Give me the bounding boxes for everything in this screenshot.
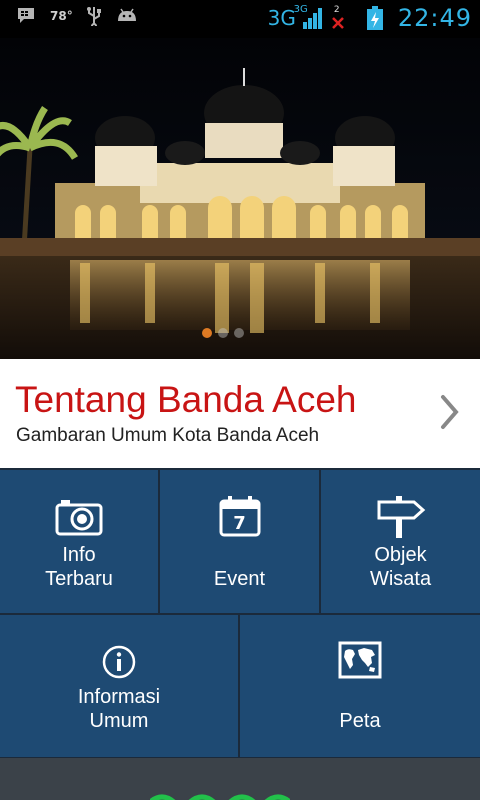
network-type: 3G 3G	[267, 4, 308, 30]
signpost-icon	[377, 496, 425, 538]
tile-objek-wisata[interactable]: Objek Wisata	[321, 470, 480, 613]
chevron-right-icon	[441, 395, 459, 429]
about-subtitle: Gambaran Umum Kota Banda Aceh	[16, 425, 320, 446]
usb-icon	[86, 7, 101, 26]
about-banda-aceh-card[interactable]: Tentang Banda Aceh Gambaran Umum Kota Ba…	[0, 359, 480, 468]
clock: 22:49	[397, 4, 472, 32]
hero-slider[interactable]	[0, 38, 480, 359]
tile-peta[interactable]: Peta	[240, 615, 480, 757]
tile-label: Objek	[374, 544, 427, 566]
mosque-photo	[0, 38, 480, 359]
tile-label: Umum	[89, 710, 149, 732]
tile-label: Info	[62, 544, 96, 566]
android-debug-icon	[117, 8, 136, 21]
tile-event[interactable]: 7 Event	[160, 470, 319, 613]
about-title: Tentang Banda Aceh	[15, 379, 357, 420]
slider-dot[interactable]	[202, 328, 212, 338]
status-bar: 78° 3G 3G 2 22:49	[0, 0, 480, 38]
camera-icon	[55, 500, 103, 536]
battery-charging-icon	[366, 6, 383, 30]
slider-dots	[202, 328, 244, 338]
tile-label: Informasi	[77, 686, 161, 708]
sim-x-icon: 2	[330, 5, 346, 31]
bottom-panel	[0, 758, 480, 800]
tile-label: Wisata	[369, 568, 432, 590]
calendar-badge: 7	[233, 513, 246, 534]
tile-label: Terbaru	[45, 568, 113, 590]
tile-label: Peta	[339, 710, 381, 732]
tile-label: Event	[213, 568, 266, 590]
partial-icons	[150, 794, 290, 800]
slider-dot[interactable]	[234, 328, 244, 338]
map-icon	[338, 641, 382, 679]
tile-informasi-umum[interactable]: Informasi Umum	[0, 615, 238, 757]
bbm-icon	[18, 8, 34, 23]
temperature-text: 78°	[50, 9, 73, 23]
tile-info-terbaru[interactable]: Info Terbaru	[0, 470, 158, 613]
info-icon	[102, 645, 136, 679]
slider-dot[interactable]	[218, 328, 228, 338]
menu-grid: Info Terbaru 7 Event Objek Wisata Inform…	[0, 468, 480, 800]
